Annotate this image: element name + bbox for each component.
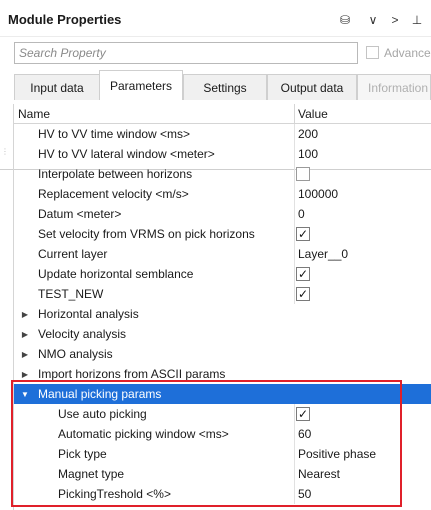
property-grid: Name Value HV to VV time window <ms> 200 H… (13, 104, 431, 510)
drag-handle[interactable]: ⋮ (1, 148, 9, 160)
property-value[interactable]: Nearest (298, 467, 340, 481)
collapse-arrow-icon[interactable]: ▶ (20, 328, 30, 340)
property-row[interactable]: Update horizontal semblance ✓ (14, 264, 431, 284)
title-divider (0, 36, 431, 37)
tab-bar: Input data Parameters Settings Output da… (0, 70, 431, 170)
chevron-right-icon[interactable]: > (386, 10, 404, 30)
property-row[interactable]: HV to VV time window <ms> 200 (14, 124, 431, 144)
checkbox-checked[interactable]: ✓ (296, 227, 310, 241)
property-name: Velocity analysis (38, 327, 127, 341)
tab-input-data[interactable]: Input data (14, 74, 100, 100)
search-row: Advanced (0, 40, 431, 70)
property-value[interactable]: 200 (298, 127, 318, 141)
group-row[interactable]: ▶ Horizontal analysis (14, 304, 431, 324)
advanced-checkbox[interactable] (366, 46, 379, 59)
property-name: Pick type (58, 447, 107, 461)
cell-divider (294, 424, 295, 444)
property-row[interactable]: Set velocity from VRMS on pick horizons ✓ (14, 224, 431, 244)
property-name: Set velocity from VRMS on pick horizons (38, 227, 255, 241)
tab-parameters[interactable]: Parameters (99, 70, 183, 100)
cell-divider (294, 124, 295, 144)
property-name: HV to VV lateral window <meter> (38, 147, 215, 161)
property-name: Replacement velocity <m/s> (38, 187, 189, 201)
tab-information[interactable]: Information (357, 74, 431, 100)
property-row[interactable]: Interpolate between horizons (14, 164, 431, 184)
pin-icon[interactable]: ⊥ (408, 10, 426, 30)
cell-divider (294, 164, 295, 184)
expand-arrow-icon[interactable]: ▼ (20, 388, 30, 400)
property-row[interactable]: PickingTreshold <%> 50 (14, 484, 431, 504)
property-row[interactable]: Datum <meter> 0 (14, 204, 431, 224)
property-name: HV to VV time window <ms> (38, 127, 191, 141)
property-name: Manual picking params (38, 387, 162, 401)
titlebar: Module Properties ⛁ ∨ > ⊥ (0, 0, 431, 40)
group-row[interactable]: ▶ Import horizons from ASCII params (14, 364, 431, 384)
cell-divider (294, 484, 295, 504)
property-name: Use auto picking (58, 407, 147, 421)
property-name: NMO analysis (38, 347, 113, 361)
chevron-down-icon[interactable]: ∨ (364, 10, 382, 30)
property-row[interactable]: Use auto picking ✓ (14, 404, 431, 424)
checkbox-checked[interactable]: ✓ (296, 287, 310, 301)
tab-settings[interactable]: Settings (183, 74, 267, 100)
property-name: Horizontal analysis (38, 307, 139, 321)
column-divider[interactable] (294, 104, 295, 124)
property-name: Automatic picking window <ms> (58, 427, 229, 441)
property-name: Current layer (38, 247, 108, 261)
advanced-label: Advanced (384, 46, 431, 60)
property-value[interactable]: 100000 (298, 187, 338, 201)
property-name: Magnet type (58, 467, 125, 481)
property-row[interactable]: Pick type Positive phase (14, 444, 431, 464)
cell-divider (294, 404, 295, 424)
cell-divider (294, 464, 295, 484)
property-name: Update horizontal semblance (38, 267, 194, 281)
property-value[interactable]: 60 (298, 427, 311, 441)
checkbox-checked[interactable]: ✓ (296, 267, 310, 281)
checkbox-unchecked[interactable] (296, 167, 310, 181)
property-row[interactable]: HV to VV lateral window <meter> 100 (14, 144, 431, 164)
grid-header: Name Value (14, 104, 431, 124)
property-value[interactable]: 50 (298, 487, 311, 501)
property-value[interactable]: 0 (298, 207, 305, 221)
property-name: Datum <meter> (38, 207, 122, 221)
column-header-name[interactable]: Name (18, 107, 50, 121)
cell-divider (294, 204, 295, 224)
cell-divider (294, 184, 295, 204)
property-row[interactable]: Replacement velocity <m/s> 100000 (14, 184, 431, 204)
checkbox-checked[interactable]: ✓ (296, 407, 310, 421)
property-row[interactable]: Magnet type Nearest (14, 464, 431, 484)
panel-title: Module Properties (8, 12, 122, 27)
property-name: TEST_NEW (38, 287, 104, 301)
tab-output-data[interactable]: Output data (267, 74, 357, 100)
cell-divider (294, 224, 295, 244)
group-row[interactable]: ▼ Manual picking params (14, 384, 431, 404)
property-row[interactable]: Current layer Layer__0 (14, 244, 431, 264)
property-value[interactable]: Layer__0 (298, 247, 348, 261)
collapse-arrow-icon[interactable]: ▶ (20, 348, 30, 360)
property-row[interactable]: TEST_NEW ✓ (14, 284, 431, 304)
group-row[interactable]: ▶ NMO analysis (14, 344, 431, 364)
cell-divider (294, 264, 295, 284)
search-property-input[interactable] (14, 42, 358, 64)
property-value[interactable]: Positive phase (298, 447, 376, 461)
database-icon[interactable]: ⛁ (336, 10, 354, 30)
group-row[interactable]: ▶ Velocity analysis (14, 324, 431, 344)
property-name: Interpolate between horizons (38, 167, 193, 181)
property-name: Import horizons from ASCII params (38, 367, 226, 381)
property-value[interactable]: 100 (298, 147, 318, 161)
cell-divider (294, 444, 295, 464)
cell-divider (294, 244, 295, 264)
property-row[interactable]: Automatic picking window <ms> 60 (14, 424, 431, 444)
collapse-arrow-icon[interactable]: ▶ (20, 308, 30, 320)
column-header-value[interactable]: Value (298, 107, 328, 121)
collapse-arrow-icon[interactable]: ▶ (20, 368, 30, 380)
cell-divider (294, 144, 295, 164)
property-name: PickingTreshold <%> (58, 487, 171, 501)
cell-divider (294, 284, 295, 304)
